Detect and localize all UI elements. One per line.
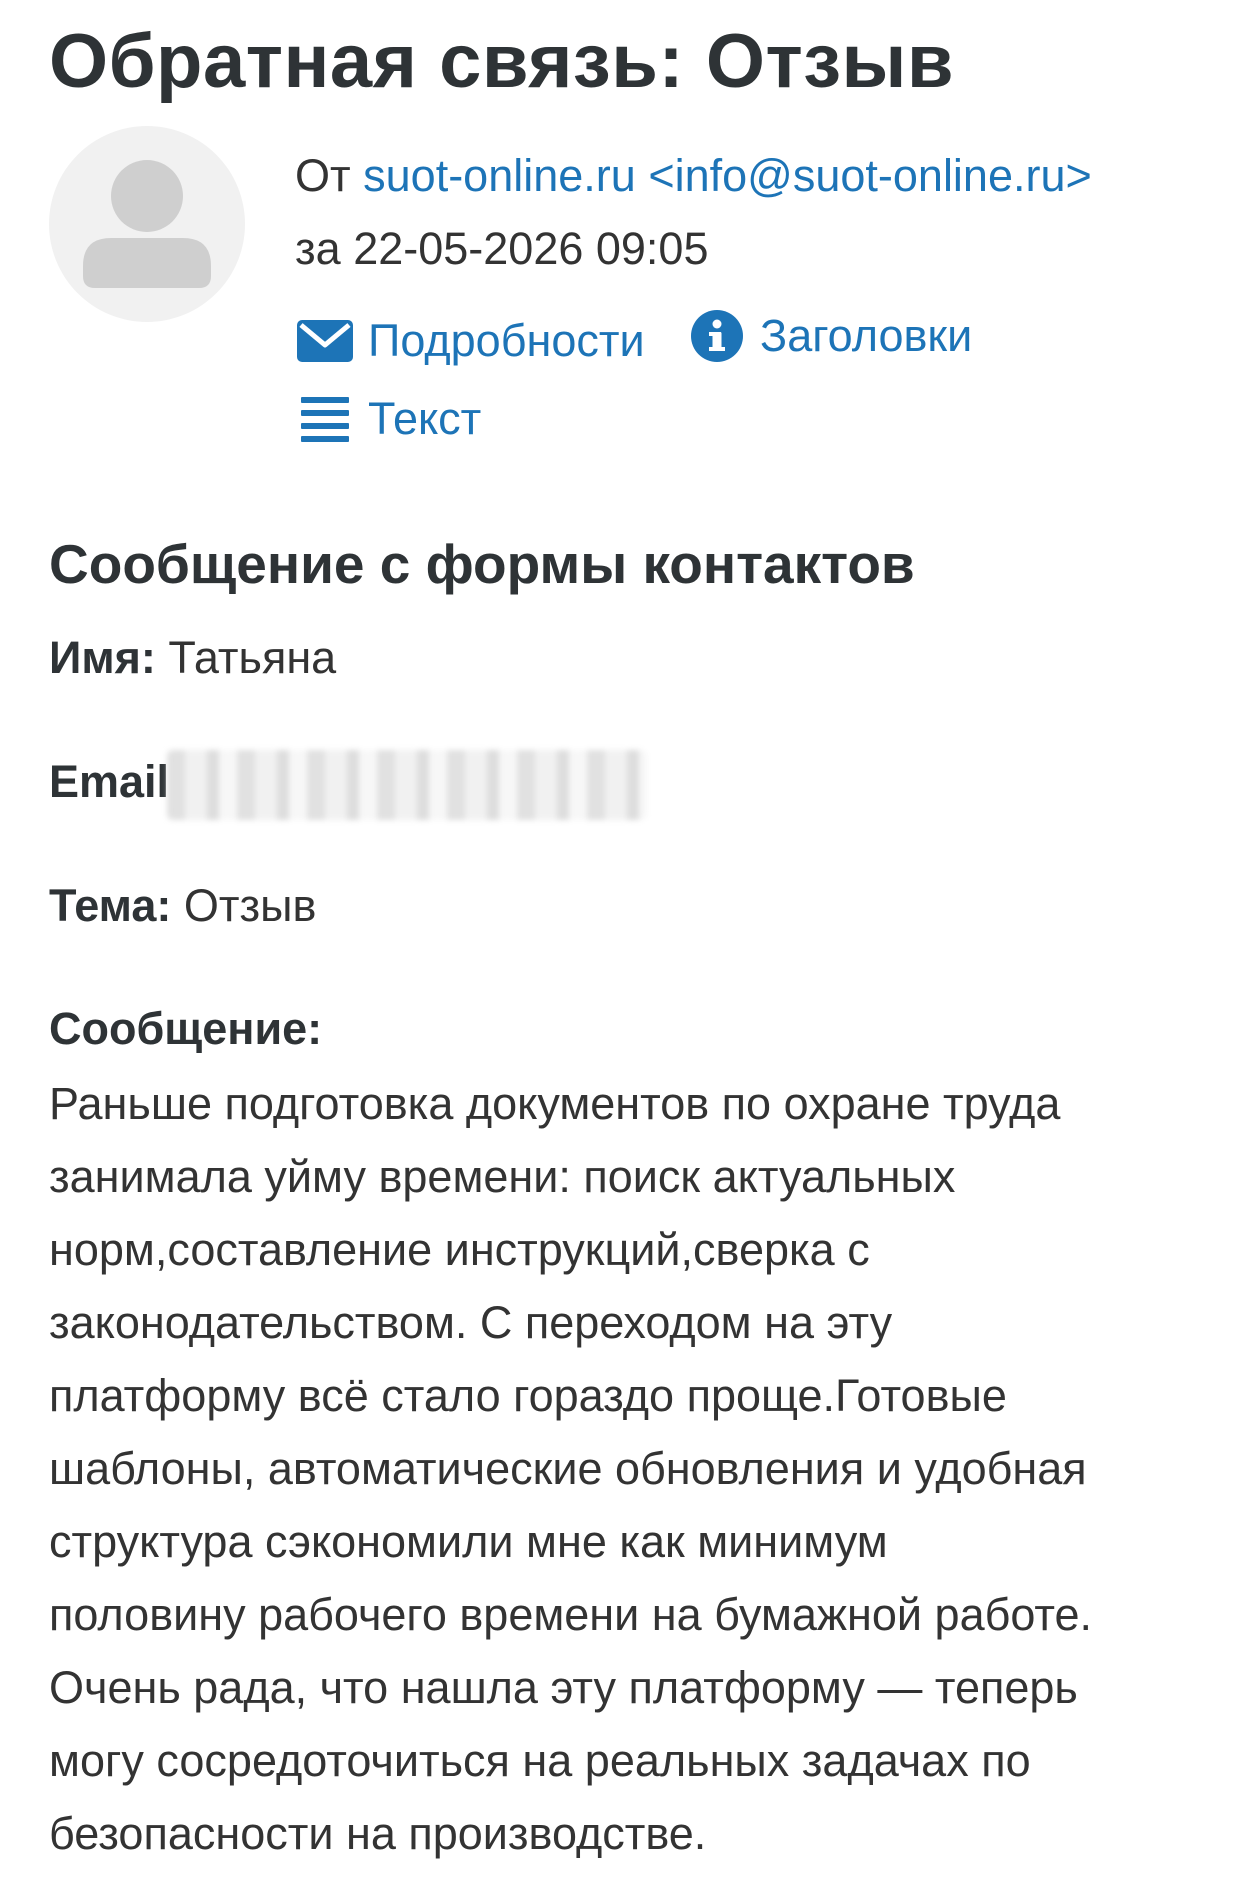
email-view: Обратная связь: Отзыв От suot-online.ru … (0, 0, 1256, 1904)
message-line: могу сосредоточиться на реальных задачах… (49, 1735, 1031, 1786)
message-line: платформу всё стало гораздо проще.Готовы… (49, 1370, 1007, 1421)
message-line: Очень рада, что нашла эту платформу — те… (49, 1662, 1078, 1713)
message-line: половину рабочего времени на бумажной ра… (49, 1589, 1093, 1640)
user-icon (83, 160, 211, 288)
message-actions: Подробности Заголовки Текст (295, 304, 1055, 465)
sender-name-link[interactable]: suot-online.ru (363, 150, 636, 201)
message-line: Раньше подготовка документов по охране т… (49, 1078, 1061, 1129)
message-label: Сообщение: (49, 1003, 323, 1054)
from-prefix: От (295, 150, 351, 201)
message-line: норм,составление инструкций,сверка с (49, 1224, 870, 1275)
message-line: занимала уйму времени: поиск актуальных (49, 1151, 956, 1202)
page-title: Обратная связь: Отзыв (49, 19, 955, 104)
details-button[interactable]: Подробности (295, 309, 645, 373)
subject-value: Отзыв (183, 880, 317, 931)
subject-field: Тема: Отзыв (49, 880, 316, 932)
name-value: Татьяна (168, 632, 337, 683)
text-button[interactable]: Текст (295, 387, 481, 451)
sender-avatar (49, 126, 245, 322)
subject-label: Тема: (49, 880, 172, 931)
envelope-icon (295, 311, 355, 371)
message-line: законодательством. С переходом на эту (49, 1297, 893, 1348)
message-date: 22-05-2026 09:05 (353, 223, 709, 274)
message-line: шаблоны, автоматические обновления и удо… (49, 1443, 1087, 1494)
lines-icon (295, 389, 355, 449)
name-label: Имя: (49, 632, 156, 683)
name-field: Имя: Татьяна (49, 632, 336, 684)
email-field: Email (49, 750, 648, 820)
text-label: Текст (368, 393, 482, 444)
headers-button[interactable]: Заголовки (687, 304, 972, 368)
info-icon (687, 306, 747, 366)
details-label: Подробности (368, 315, 645, 366)
email-label: Email (49, 755, 170, 807)
headers-label: Заголовки (760, 310, 973, 361)
date-prefix: за (295, 223, 341, 274)
section-title: Сообщение с формы контактов (49, 533, 915, 595)
sender-email-link[interactable]: <info@suot-online.ru> (648, 150, 1091, 201)
message-line: безопасности на производстве. (49, 1808, 707, 1859)
message-body: Раньше подготовка документов по охране т… (49, 1067, 1219, 1870)
message-line: структура сэкономили мне как минимум (49, 1516, 888, 1567)
date-line: за 22-05-2026 09:05 (295, 219, 1092, 292)
redacted-email (167, 750, 648, 820)
sender-meta: От suot-online.ru <info@suot-online.ru> … (295, 146, 1092, 292)
from-line: От suot-online.ru <info@suot-online.ru> (295, 146, 1092, 219)
